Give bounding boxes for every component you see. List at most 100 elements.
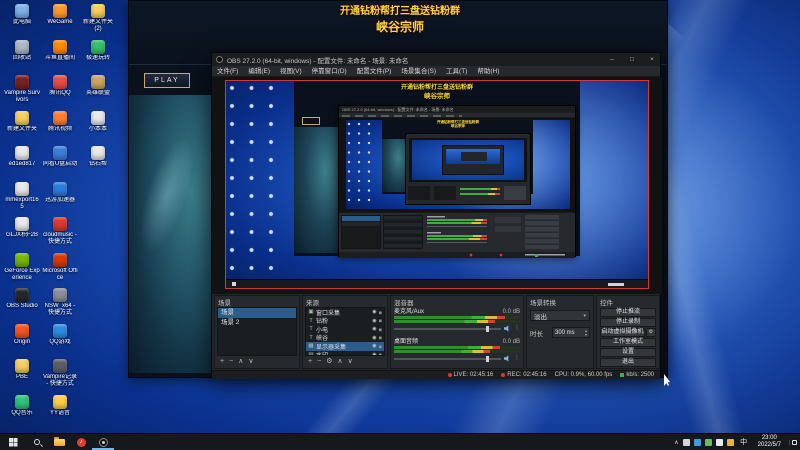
desktop-icon[interactable]: 迅游加速器 (42, 182, 78, 204)
volume-slider-handle[interactable] (486, 355, 490, 362)
hidden-icons-chevron[interactable]: ∧ (674, 439, 678, 446)
channel-menu-icon[interactable]: ⋮ (514, 355, 520, 362)
lock-icon[interactable]: ◼ (379, 310, 382, 315)
source-item[interactable]: T 小电 ◉ ◼ (306, 325, 384, 334)
stop-recording-button[interactable]: 停止录制 (600, 318, 656, 327)
notification-center-button[interactable] (789, 439, 798, 445)
speaker-icon[interactable] (504, 325, 509, 332)
source-down-button[interactable]: ∨ (348, 357, 353, 367)
play-button[interactable]: PLAY (144, 73, 190, 88)
visibility-icon[interactable]: ◉ (372, 343, 376, 349)
desktop-icon[interactable]: QQ音乐 (4, 395, 40, 417)
desktop-icon-folder[interactable]: 新建文件夹 (2) (80, 4, 116, 33)
desktop-icon-obs-studio[interactable]: OBS Studio (4, 288, 40, 310)
lock-icon[interactable]: ◼ (379, 318, 382, 323)
lock-icon[interactable]: ◼ (379, 335, 382, 340)
desktop-icon-folder[interactable]: 新建文件夹 (4, 111, 40, 133)
desktop-icon[interactable]: 小本本 (80, 111, 116, 133)
channel-menu-icon[interactable]: ⋮ (514, 325, 520, 332)
menu-edit[interactable]: 编辑(E) (243, 66, 275, 77)
menu-file[interactable]: 文件(F) (212, 66, 243, 77)
ime-indicator[interactable]: 中 (738, 437, 750, 447)
lock-icon[interactable]: ◼ (379, 327, 382, 332)
desktop-icon-netease-music[interactable]: cloudmusic - 快捷方式 (42, 217, 78, 246)
desktop-icon-office[interactable]: Microsoft Office (42, 253, 78, 282)
desktop-icon[interactable]: ed1ed817 (4, 146, 40, 168)
tray-icon[interactable] (682, 438, 690, 446)
speaker-icon[interactable] (504, 355, 509, 362)
desktop-icon[interactable]: QQ游戏 (42, 324, 78, 346)
menu-profile[interactable]: 配置文件(P) (352, 66, 397, 77)
scene-item[interactable]: 场景 2 (218, 318, 296, 328)
desktop-icon[interactable]: 同看U盘启动 (42, 146, 78, 168)
tray-icon[interactable] (704, 438, 712, 446)
virtual-camera-settings-icon[interactable]: ⚙ (646, 328, 656, 337)
desktop-icon[interactable]: YY语音 (42, 395, 78, 417)
tray-icon[interactable] (715, 438, 723, 446)
source-up-button[interactable]: ∧ (337, 357, 342, 367)
source-properties-button[interactable]: ⚙ (326, 357, 332, 367)
desktop-icon-folder[interactable]: PBE (4, 359, 40, 381)
desktop-icon[interactable]: 腾讯视频 (42, 111, 78, 133)
visibility-icon[interactable]: ◉ (372, 318, 376, 324)
start-virtual-camera-button[interactable]: 启动虚拟摄像机 (600, 328, 645, 337)
spinner-arrows-icon[interactable]: ▴ ▾ (585, 329, 587, 336)
desktop-icon[interactable]: 斗鱼直播间 (42, 40, 78, 62)
desktop-icon-wegame[interactable]: WeGame (42, 4, 78, 26)
volume-slider[interactable] (394, 355, 501, 362)
desktop-icon-this-pc[interactable]: 此电脑 (4, 4, 40, 26)
desktop-icon-qq[interactable]: 腾讯QQ (42, 75, 78, 97)
desktop-icon[interactable]: 钻石帮 (80, 146, 116, 168)
tray-icon[interactable] (726, 438, 734, 446)
remove-scene-button[interactable]: − (229, 357, 233, 367)
desktop-icon-origin[interactable]: Origin (4, 324, 40, 346)
visibility-icon[interactable]: ◉ (372, 309, 376, 315)
obs-titlebar[interactable]: OBS 27.2.0 (64-bit, windows) - 配置文件: 未命名… (212, 53, 660, 66)
desktop-icon[interactable]: mmexport165 (4, 182, 40, 211)
start-button[interactable] (0, 434, 26, 450)
desktop-icon[interactable]: NSW_x64 - 快捷方式 (42, 288, 78, 317)
visibility-icon[interactable]: ◉ (372, 352, 376, 355)
transition-select[interactable]: 淡出 ▾ (530, 310, 590, 321)
volume-slider-handle[interactable] (486, 325, 490, 332)
scene-up-button[interactable]: ∧ (238, 357, 243, 367)
volume-slider[interactable] (394, 325, 501, 332)
menu-docks[interactable]: 停靠窗口(D) (307, 66, 352, 77)
close-button[interactable]: × (644, 53, 660, 66)
source-item-display-capture[interactable]: ▦ 显示器采集 ◉ ◼ (306, 342, 384, 351)
add-scene-button[interactable]: + (220, 357, 224, 367)
desktop-icon-recycle-bin[interactable]: 回收站 (4, 40, 40, 62)
maximize-button[interactable]: □ (624, 53, 640, 66)
menu-view[interactable]: 视图(V) (275, 66, 307, 77)
stop-streaming-button[interactable]: 停止推流 (600, 308, 656, 317)
menu-scene-collection[interactable]: 场景集合(S) (396, 66, 441, 77)
source-item[interactable]: ▨水印◉◼ (306, 351, 384, 355)
settings-button[interactable]: 设置 (600, 348, 656, 357)
source-item[interactable]: T 峡谷 ◉ ◼ (306, 334, 384, 343)
desktop-icon[interactable]: Vampire Survivors (4, 75, 40, 104)
visibility-icon[interactable]: ◉ (372, 335, 376, 341)
remove-source-button[interactable]: − (317, 357, 321, 367)
studio-mode-button[interactable]: 工作室模式 (600, 338, 656, 347)
duration-input[interactable]: 300 ms ▴ ▾ (552, 327, 590, 338)
taskbar-file-explorer-button[interactable] (48, 434, 70, 450)
scene-item[interactable]: 场景 (218, 308, 296, 318)
desktop-icon-geforce[interactable]: GeForce Experience (4, 253, 40, 282)
source-item[interactable]: ▣ 窗口采集 ◉ ◼ (306, 308, 384, 317)
add-source-button[interactable]: + (308, 357, 312, 367)
taskbar-obs-button[interactable] (92, 434, 114, 450)
scene-down-button[interactable]: ∨ (248, 357, 253, 367)
preview-canvas[interactable]: 开通钻粉帮打三盘送钻粉群 峡谷宗师 OBS 27.2.0 (64-bit, wi… (225, 80, 649, 289)
desktop-icon[interactable]: Vampire记录 - 快捷方式 (42, 359, 78, 388)
menu-help[interactable]: 帮助(H) (472, 66, 504, 77)
minimize-button[interactable]: – (604, 53, 620, 66)
source-item[interactable]: T 钻粉 ◉ ◼ (306, 317, 384, 326)
tray-icon[interactable] (693, 438, 701, 446)
taskbar-netease-music-button[interactable]: ♪ (70, 434, 92, 450)
lock-icon[interactable]: ◼ (379, 344, 382, 349)
desktop-icon-lol[interactable]: 英雄联盟 (80, 75, 116, 97)
menu-tools[interactable]: 工具(T) (441, 66, 472, 77)
desktop-icon[interactable]: 极速玩转 (80, 40, 116, 62)
visibility-icon[interactable]: ◉ (372, 326, 376, 332)
taskbar-clock[interactable]: 23:00 2022/5/7 (754, 435, 785, 449)
